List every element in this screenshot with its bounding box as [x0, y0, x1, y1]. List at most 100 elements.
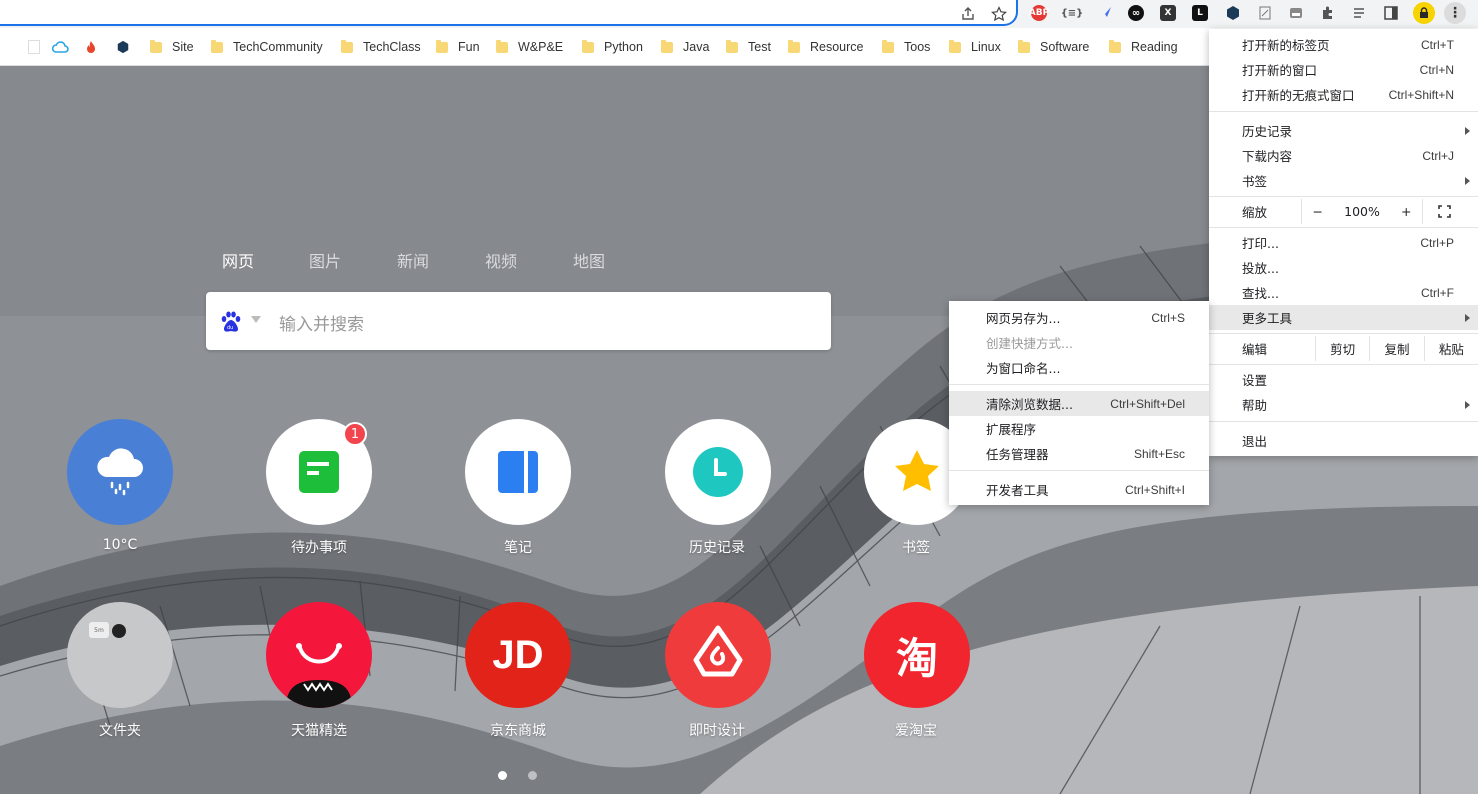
- bookmark-folder-wpe[interactable]: W&P&E: [496, 38, 563, 56]
- menu-item-incognito[interactable]: 打开新的无痕式窗口 Ctrl+Shift+N: [1209, 82, 1478, 107]
- folder-icon: [211, 39, 223, 53]
- menu-item-history[interactable]: 历史记录: [1209, 118, 1478, 143]
- baidu-engine-icon[interactable]: du: [219, 310, 243, 334]
- bookmark-folder-python[interactable]: Python: [582, 38, 643, 56]
- menu-item-edit: 编辑 剪切 复制 粘贴: [1209, 336, 1478, 361]
- menu-item-create-shortcut[interactable]: 创建快捷方式...: [949, 330, 1209, 355]
- side-panel-icon[interactable]: [1383, 5, 1399, 21]
- card-extension-icon[interactable]: [1288, 5, 1304, 21]
- notes-icon: [498, 451, 538, 493]
- folder-icon: [436, 39, 448, 53]
- menu-divider: [949, 470, 1209, 471]
- search-tab-maps[interactable]: 地图: [573, 248, 605, 272]
- bookmark-folder-techcommunity[interactable]: TechCommunity: [211, 38, 323, 56]
- infinity-extension-icon[interactable]: ∞: [1128, 5, 1144, 21]
- tile-notes[interactable]: [465, 419, 571, 525]
- kebab-menu-icon[interactable]: ⋮: [1444, 2, 1466, 24]
- history-clock-icon: [693, 447, 743, 497]
- fullscreen-icon[interactable]: [1438, 205, 1451, 218]
- address-bar[interactable]: [0, 0, 1018, 26]
- share-icon[interactable]: [958, 4, 978, 24]
- zoom-level: 100%: [1344, 204, 1380, 219]
- menu-divider: [1209, 196, 1478, 197]
- page-dot-active[interactable]: [498, 771, 507, 780]
- bookmark-folder-software[interactable]: Software: [1018, 38, 1089, 56]
- bookmark-blank-icon[interactable]: [28, 38, 40, 56]
- tile-label-jd: 京东商城: [490, 723, 546, 739]
- bookmark-folder-java[interactable]: Java: [661, 38, 709, 56]
- adblock-plus-icon[interactable]: ABP: [1029, 5, 1049, 21]
- menu-item-more-tools[interactable]: 更多工具: [1209, 305, 1478, 330]
- menu-item-dev-tools[interactable]: 开发者工具 Ctrl+Shift+I: [949, 477, 1209, 502]
- folder-icon: [1109, 39, 1121, 53]
- menu-item-downloads[interactable]: 下载内容 Ctrl+J: [1209, 143, 1478, 168]
- menu-item-new-window[interactable]: 打开新的窗口 Ctrl+N: [1209, 57, 1478, 82]
- bookmark-folder-linux[interactable]: Linux: [949, 38, 1001, 56]
- engine-dropdown-caret-icon[interactable]: [251, 316, 261, 323]
- weather-cloud-icon: [97, 448, 143, 496]
- bookmark-folder-test[interactable]: Test: [726, 38, 771, 56]
- bookmark-folder-toos[interactable]: Toos: [882, 38, 930, 56]
- folder-icon: [496, 39, 508, 53]
- reading-list-icon[interactable]: [1352, 5, 1368, 21]
- menu-item-exit[interactable]: 退出: [1209, 428, 1478, 453]
- menu-divider: [1209, 333, 1478, 334]
- search-box[interactable]: du 输入并搜索: [206, 292, 831, 350]
- search-tab-images[interactable]: 图片: [309, 248, 341, 272]
- menu-item-name-window[interactable]: 为窗口命名...: [949, 355, 1209, 380]
- menu-item-print[interactable]: 打印... Ctrl+P: [1209, 230, 1478, 255]
- bookmark-folder-techclass[interactable]: TechClass: [341, 38, 421, 56]
- hexagon-bookmark-icon[interactable]: [116, 38, 130, 56]
- paste-button[interactable]: 粘贴: [1423, 336, 1478, 361]
- page-dot[interactable]: [528, 771, 537, 780]
- folder-app-icon: [112, 624, 126, 638]
- tmall-icon: [286, 643, 352, 708]
- folder-icon: [788, 39, 800, 53]
- menu-item-task-manager[interactable]: 任务管理器 Shift+Esc: [949, 441, 1209, 466]
- bookmark-folder-resource[interactable]: Resource: [788, 38, 864, 56]
- puzzle-extensions-icon[interactable]: [1320, 5, 1336, 21]
- bookmark-folder-site[interactable]: Site: [150, 38, 194, 56]
- menu-item-bookmarks[interactable]: 书签: [1209, 168, 1478, 193]
- submenu-arrow-icon: [1465, 400, 1470, 409]
- menu-item-clear-data[interactable]: 清除浏览数据... Ctrl+Shift+Del: [949, 391, 1209, 416]
- star-bookmark-icon[interactable]: [989, 4, 1009, 24]
- search-tab-video[interactable]: 视频: [485, 248, 517, 272]
- flame-bookmark-icon[interactable]: [85, 38, 97, 56]
- cloud-bookmark-icon[interactable]: [51, 38, 69, 56]
- x-extension-icon[interactable]: X: [1160, 5, 1176, 21]
- menu-item-extensions[interactable]: 扩展程序: [949, 416, 1209, 441]
- zoom-in-button[interactable]: +: [1401, 204, 1411, 219]
- search-input[interactable]: 输入并搜索: [279, 310, 364, 335]
- tile-jishi[interactable]: [665, 602, 771, 708]
- menu-item-help[interactable]: 帮助: [1209, 392, 1478, 417]
- copy-button[interactable]: 复制: [1369, 336, 1423, 361]
- tile-weather[interactable]: [67, 419, 173, 525]
- search-tab-web[interactable]: 网页: [222, 248, 254, 272]
- menu-item-new-tab[interactable]: 打开新的标签页 Ctrl+T: [1209, 32, 1478, 57]
- json-viewer-icon[interactable]: {≡}: [1061, 5, 1084, 21]
- menu-item-cast[interactable]: 投放...: [1209, 255, 1478, 280]
- hexagon-extension-icon[interactable]: [1225, 5, 1241, 21]
- cut-button[interactable]: 剪切: [1315, 336, 1369, 361]
- bookmark-folder-fun[interactable]: Fun: [436, 38, 480, 56]
- tile-folder[interactable]: 5m: [67, 602, 173, 708]
- page-extension-icon[interactable]: [1257, 5, 1273, 21]
- more-tools-submenu: 网页另存为... Ctrl+S 创建快捷方式... 为窗口命名... 清除浏览数据…: [949, 301, 1209, 505]
- tile-tmall[interactable]: [266, 602, 372, 708]
- taobao-icon: 淘: [895, 633, 938, 683]
- profile-avatar-icon[interactable]: [1413, 2, 1435, 24]
- menu-item-settings[interactable]: 设置: [1209, 367, 1478, 392]
- bookmark-folder-reading[interactable]: Reading: [1109, 38, 1178, 56]
- menu-item-save-page[interactable]: 网页另存为... Ctrl+S: [949, 305, 1209, 330]
- search-tab-news[interactable]: 新闻: [397, 248, 429, 272]
- tile-taobao[interactable]: 淘: [864, 602, 970, 708]
- tile-history[interactable]: [665, 419, 771, 525]
- svg-text:du: du: [227, 325, 233, 331]
- bird-extension-icon[interactable]: [1097, 5, 1113, 21]
- submenu-arrow-icon: [1465, 126, 1470, 135]
- menu-item-find[interactable]: 查找... Ctrl+F: [1209, 280, 1478, 305]
- zoom-out-button[interactable]: −: [1313, 204, 1323, 219]
- l-extension-icon[interactable]: L: [1192, 5, 1208, 21]
- tile-jd[interactable]: JD: [465, 602, 571, 708]
